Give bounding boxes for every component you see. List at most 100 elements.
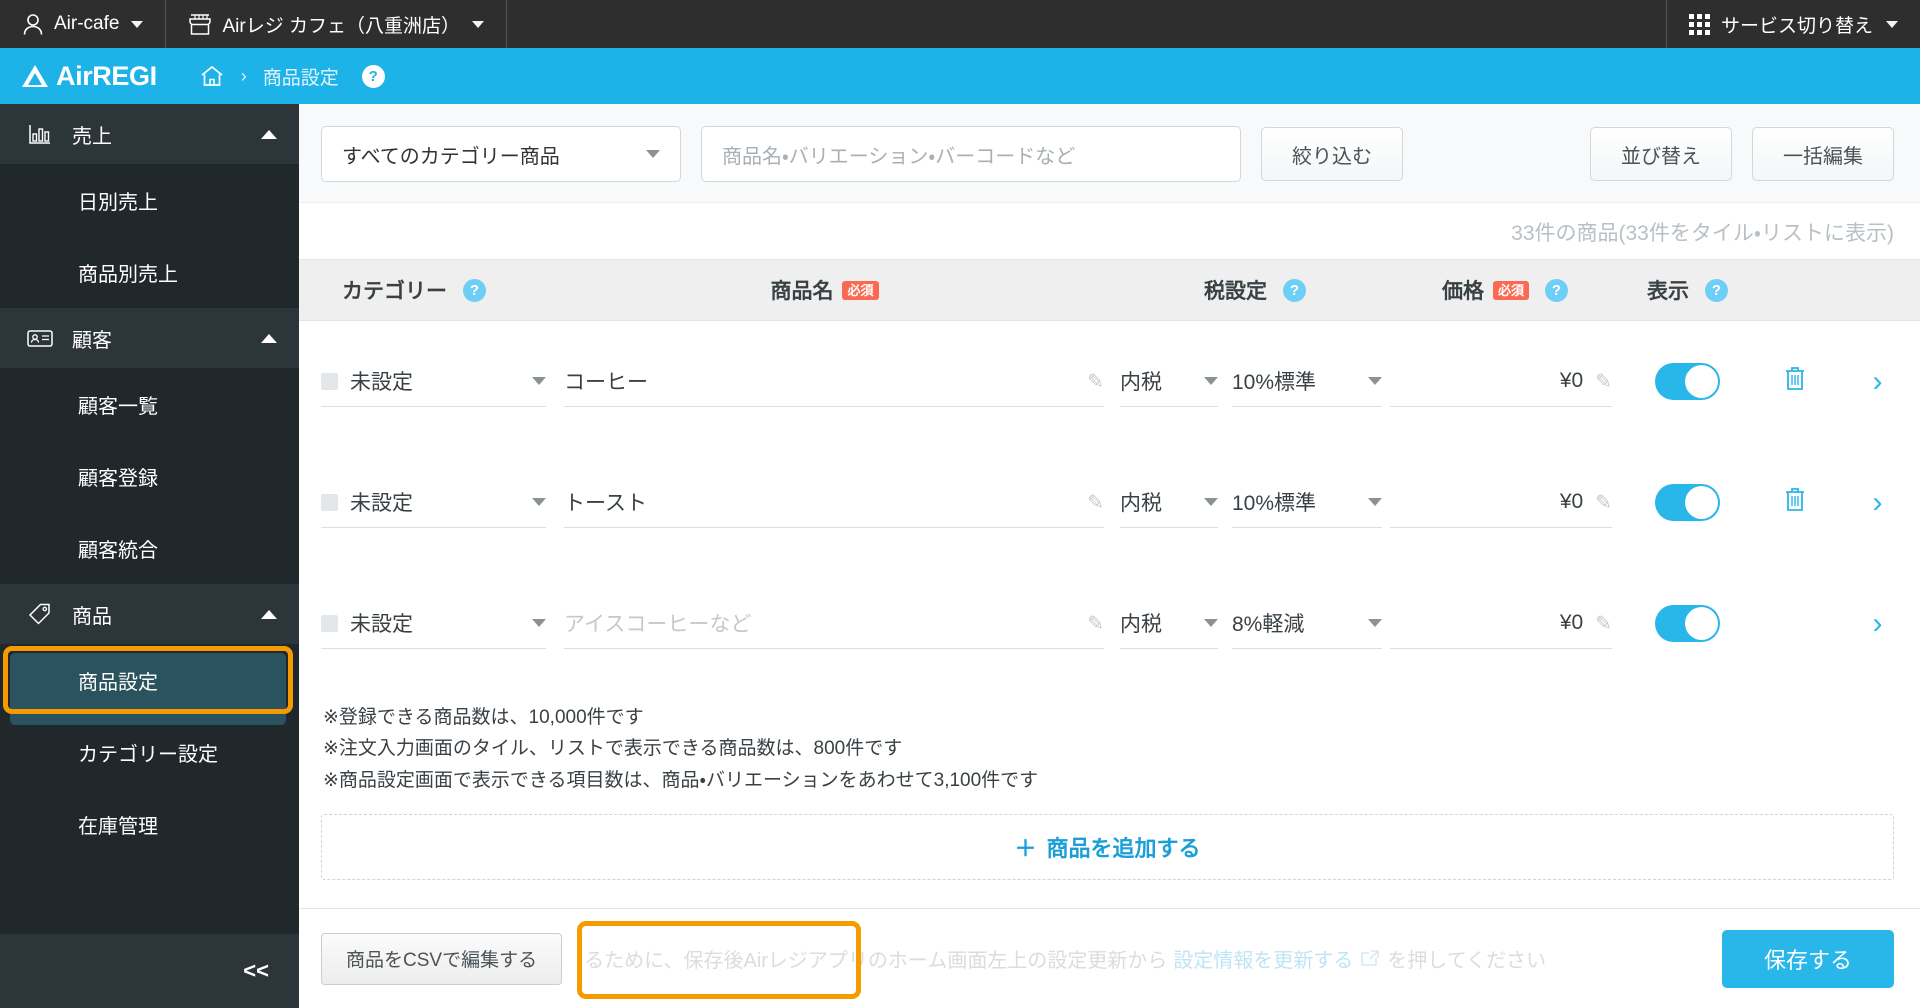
column-header-label: 商品名 xyxy=(770,280,834,303)
row-visible-cell xyxy=(1620,484,1755,521)
sidebar-item-label: 顧客登録 xyxy=(78,467,158,490)
table-row: 未設定 トースト ✎ 内税 10%標準 ¥0 ✎ › xyxy=(299,442,1920,563)
visibility-toggle[interactable] xyxy=(1655,363,1720,400)
note-line: ※登録できる商品数は、10,000件です xyxy=(323,707,644,728)
category-select[interactable]: すべてのカテゴリー商品 xyxy=(321,126,681,182)
tax-type-select[interactable]: 内税 xyxy=(1120,357,1218,407)
help-icon[interactable]: ? xyxy=(1705,278,1728,302)
filter-button-label: 絞り込む xyxy=(1292,145,1372,168)
sidebar-item-product-settings[interactable]: 商品設定 xyxy=(0,644,299,725)
row-checkbox[interactable] xyxy=(321,372,338,390)
pencil-icon[interactable]: ✎ xyxy=(1595,369,1612,394)
sidebar-item-inventory[interactable]: 在庫管理 xyxy=(0,788,299,860)
sidebar-group-customers[interactable]: 顧客 xyxy=(0,308,299,368)
product-name-input[interactable]: トースト ✎ xyxy=(564,478,1104,528)
pencil-icon[interactable]: ✎ xyxy=(1087,490,1104,515)
sidebar-item-category-settings[interactable]: カテゴリー設定 xyxy=(0,716,299,788)
row-checkbox[interactable] xyxy=(321,493,338,511)
tax-type-select[interactable]: 内税 xyxy=(1120,478,1218,528)
brand-logo-text: AirREGI xyxy=(56,60,157,91)
chevron-down-icon xyxy=(532,498,546,506)
row-price-cell: ¥0 ✎ xyxy=(1390,478,1620,528)
chevron-up-icon xyxy=(261,333,277,343)
row-name-cell: コーヒー ✎ xyxy=(546,357,1120,407)
account-switcher[interactable]: Air-cafe xyxy=(0,0,167,48)
price-input[interactable]: ¥0 ✎ xyxy=(1390,357,1612,407)
help-icon[interactable]: ? xyxy=(463,278,486,302)
bulk-edit-button[interactable]: 一括編集 xyxy=(1752,127,1894,181)
trash-icon[interactable] xyxy=(1782,364,1808,399)
chevron-down-icon xyxy=(471,20,484,28)
sidebar-item-label: 顧客統合 xyxy=(78,539,158,562)
pencil-icon[interactable]: ✎ xyxy=(1595,490,1612,515)
home-icon[interactable] xyxy=(199,64,225,88)
visibility-toggle[interactable] xyxy=(1655,484,1720,521)
sidebar-group-products[interactable]: 商品 xyxy=(0,584,299,644)
airregi-logo[interactable]: AirREGI xyxy=(22,61,157,92)
product-name-value: トースト xyxy=(564,492,647,515)
toggle-knob xyxy=(1685,365,1718,398)
tax-rate-value: 8%軽減 xyxy=(1232,613,1305,636)
category-select-value: すべてのカテゴリー商品 xyxy=(342,145,560,168)
row-checkbox[interactable] xyxy=(321,614,338,632)
category-select[interactable]: 未設定 xyxy=(321,599,546,649)
tax-type-select[interactable]: 内税 xyxy=(1120,599,1218,649)
save-button[interactable]: 保存する xyxy=(1721,929,1894,988)
row-tax-cell: 内税 10%標準 xyxy=(1120,357,1390,407)
footer-note-link[interactable]: 設定情報を更新する xyxy=(1173,944,1353,973)
service-switcher[interactable]: サービス切り替え xyxy=(1667,0,1920,48)
triangle-logo-icon xyxy=(22,65,48,87)
sidebar-group-sales[interactable]: 売上 xyxy=(0,104,299,164)
toggle-knob xyxy=(1685,486,1718,519)
sidebar-item-daily-sales[interactable]: 日別売上 xyxy=(0,164,299,236)
store-switcher[interactable]: Airレジ カフェ（八重洲店） xyxy=(166,0,507,48)
sort-button[interactable]: 並び替え xyxy=(1590,127,1732,181)
product-name-input[interactable]: コーヒー ✎ xyxy=(564,357,1104,407)
add-product-button[interactable]: ＋ 商品を追加する xyxy=(321,814,1894,881)
bar-chart-icon xyxy=(26,122,54,146)
chevron-right-icon[interactable]: › xyxy=(1873,486,1883,520)
pencil-icon[interactable]: ✎ xyxy=(1595,611,1612,636)
price-input[interactable]: ¥0 ✎ xyxy=(1390,478,1612,528)
pencil-icon[interactable]: ✎ xyxy=(1087,611,1104,636)
sidebar-collapse-button[interactable]: << xyxy=(0,934,299,1008)
note-line: ※商品設定画面で表示できる項目数は、商品・バリエーションをあわせて3,100件で… xyxy=(323,769,1039,791)
sidebar-item-product-sales[interactable]: 商品別売上 xyxy=(0,236,299,308)
category-select[interactable]: 未設定 xyxy=(321,357,546,407)
table-row: 未設定 コーヒー ✎ 内税 10%標準 ¥0 ✎ › xyxy=(299,321,1920,442)
help-icon[interactable]: ? xyxy=(1283,278,1306,302)
chevron-down-icon xyxy=(1368,377,1382,385)
trash-icon[interactable] xyxy=(1782,485,1808,520)
visibility-toggle[interactable] xyxy=(1655,605,1720,642)
tax-type-value: 内税 xyxy=(1120,613,1162,636)
search-input[interactable]: 商品名・バリエーション・バーコードなど xyxy=(701,126,1241,182)
sidebar-item-label: 日別売上 xyxy=(78,191,158,214)
filter-button[interactable]: 絞り込む xyxy=(1261,127,1403,181)
csv-edit-button[interactable]: 商品をCSVで編集する xyxy=(321,932,563,985)
note-line: ※注文入力画面のタイル、リストで表示できる商品数は、800件です xyxy=(323,738,903,760)
chevron-down-icon xyxy=(1204,619,1218,627)
tax-rate-select[interactable]: 8%軽減 xyxy=(1232,599,1382,649)
tax-rate-select[interactable]: 10%標準 xyxy=(1232,478,1382,528)
help-icon[interactable]: ? xyxy=(361,64,385,88)
category-select[interactable]: 未設定 xyxy=(321,478,546,528)
price-input[interactable]: ¥0 ✎ xyxy=(1390,599,1612,649)
person-icon xyxy=(22,13,44,36)
sidebar-item-product-settings-wrap: 商品設定 xyxy=(0,644,299,725)
column-header-label: 表示 xyxy=(1647,280,1689,303)
tax-rate-select[interactable]: 10%標準 xyxy=(1232,357,1382,407)
sort-button-label: 並び替え xyxy=(1621,145,1701,168)
app-root: Air-cafe Airレジ カフェ（八重洲店） サービス切り替え AirREG… xyxy=(0,0,1920,1008)
sidebar-item-customer-merge[interactable]: 顧客統合 xyxy=(0,512,299,584)
pencil-icon[interactable]: ✎ xyxy=(1087,369,1104,394)
product-name-input[interactable]: アイスコーヒーなど ✎ xyxy=(564,599,1104,649)
chevron-right-icon[interactable]: › xyxy=(1873,365,1883,399)
column-header-visible: 表示 ? xyxy=(1620,275,1755,305)
limits-notes: ※登録できる商品数は、10,000件です ※注文入力画面のタイル、リストで表示で… xyxy=(299,684,1920,812)
chevron-down-icon xyxy=(532,619,546,627)
sidebar-item-customer-list[interactable]: 顧客一覧 xyxy=(0,368,299,440)
required-badge: 必須 xyxy=(1492,280,1529,300)
chevron-right-icon[interactable]: › xyxy=(1873,607,1883,641)
help-icon[interactable]: ? xyxy=(1545,278,1568,302)
sidebar-item-customer-register[interactable]: 顧客登録 xyxy=(0,440,299,512)
